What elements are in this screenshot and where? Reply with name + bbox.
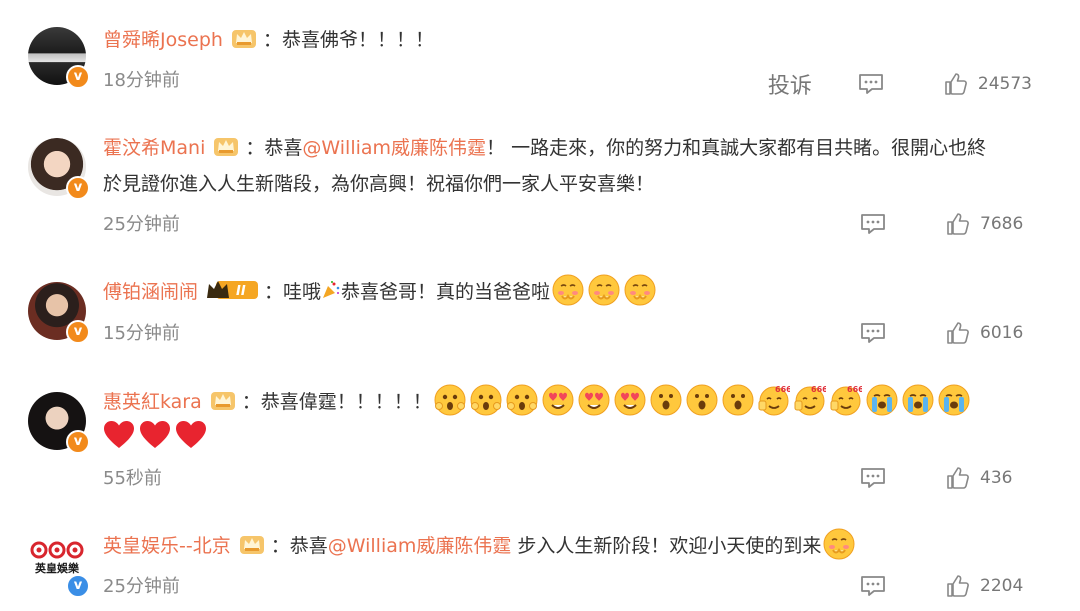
comment-actions: 7686	[860, 212, 1032, 236]
comment-text: 恭喜	[264, 137, 303, 159]
crown-badge-icon	[239, 533, 265, 555]
red-heart-icon	[175, 420, 207, 450]
crown-badge-icon	[231, 27, 257, 49]
666-face-icon	[794, 384, 826, 416]
separator: ：	[241, 391, 261, 413]
timestamp: 25分钟前	[103, 214, 180, 235]
comment-content: 傅铂涵闹闹 II ：哇哦 恭喜爸哥！真的当爸爸啦	[103, 274, 658, 310]
crying-face-icon	[938, 384, 970, 416]
666-face-icon	[758, 384, 790, 416]
crying-face-icon	[866, 384, 898, 416]
crown-badge-icon	[210, 389, 236, 411]
comment-text: 哇哦	[283, 281, 322, 303]
shy-face-icon	[552, 274, 584, 306]
shy-face-icon	[588, 274, 620, 306]
mention-link[interactable]: @William威廉陈伟霆	[302, 137, 486, 159]
scream-face-icon	[506, 384, 538, 416]
separator: ：	[262, 29, 282, 51]
party-popper-icon	[321, 280, 341, 300]
separator: ：	[264, 281, 284, 303]
like-count: 6016	[980, 323, 1024, 343]
avatar[interactable]: 英皇娛樂 v	[28, 538, 90, 598]
comment-actions: 436	[860, 466, 1032, 490]
verified-badge-icon: v	[66, 176, 90, 200]
comment-text: 於見證你進入人生新階段，為你高興！祝福你們一家人平安喜樂！	[103, 173, 655, 195]
comment-actions: 6016	[860, 321, 1032, 345]
mention-link[interactable]: @William威廉陈伟霆	[328, 535, 512, 557]
comment-text-line2: 於見證你進入人生新階段，為你高興！祝福你們一家人平安喜樂！	[103, 166, 654, 202]
scream-face-icon	[434, 384, 466, 416]
like-count: 24573	[977, 74, 1032, 94]
comment-text: 恭喜爸哥！真的当爸爸啦	[341, 281, 551, 303]
heart-eyes-icon	[578, 384, 610, 416]
comment-content: 霍汶希Mani ：恭喜@William威廉陈伟霆！ 一路走來，你的努力和真誠大家都…	[103, 130, 986, 166]
comment-actions: 投诉 24573	[768, 68, 1032, 100]
separator: ：	[270, 535, 290, 557]
like-count: 436	[980, 468, 1013, 488]
comment-text: 恭喜偉霆！！！！！	[260, 391, 432, 413]
shy-face-icon	[624, 274, 656, 306]
red-heart-icon	[103, 420, 135, 450]
scream-face-icon	[470, 384, 502, 416]
comment-icon[interactable]	[860, 322, 886, 344]
comment-text: 恭喜	[289, 535, 328, 557]
emperor-logo-icon: 英皇娛樂	[30, 541, 84, 575]
666-face-icon	[830, 384, 862, 416]
like-count: 2204	[980, 576, 1024, 596]
level-badge-text: II	[236, 284, 246, 299]
comment-content: 惠英紅kara ：恭喜偉霆！！！！！	[103, 384, 972, 420]
comment-icon[interactable]	[860, 213, 886, 235]
crying-face-icon	[902, 384, 934, 416]
heart-eyes-icon	[614, 384, 646, 416]
username-link[interactable]: 霍汶希Mani	[103, 137, 205, 159]
comment-icon[interactable]	[858, 73, 884, 95]
comment-text: 恭喜佛爷！！！！	[281, 29, 434, 51]
thumbs-up-icon[interactable]	[946, 466, 970, 490]
heart-eyes-icon	[542, 384, 574, 416]
comment-actions: 2204	[860, 574, 1032, 598]
wow-face-icon	[722, 384, 754, 416]
avatar[interactable]: v	[28, 282, 90, 344]
level-badge-icon: II	[207, 281, 259, 299]
username-link[interactable]: 惠英紅kara	[103, 391, 202, 413]
comment-content: 曾舜晞Joseph ：恭喜佛爷！！！！	[103, 22, 434, 58]
thumbs-up-icon[interactable]	[944, 72, 968, 96]
avatar[interactable]: v	[28, 138, 90, 200]
avatar[interactable]: v	[28, 392, 90, 454]
verified-badge-icon: v	[66, 430, 90, 454]
verified-badge-icon: v	[66, 320, 90, 344]
comment-icon[interactable]	[860, 467, 886, 489]
avatar[interactable]: v	[28, 27, 90, 89]
wow-face-icon	[686, 384, 718, 416]
verified-badge-icon: v	[66, 574, 90, 598]
timestamp: 25分钟前	[103, 576, 180, 597]
wow-face-icon	[650, 384, 682, 416]
like-count: 7686	[980, 214, 1024, 234]
timestamp: 18分钟前	[103, 70, 180, 91]
thumbs-up-icon[interactable]	[946, 212, 970, 236]
heart-row	[103, 420, 211, 462]
separator: ：	[245, 137, 265, 159]
crown-badge-icon	[213, 135, 239, 157]
username-link[interactable]: 英皇娱乐--北京	[103, 535, 231, 557]
red-heart-icon	[139, 420, 171, 450]
timestamp: 55秒前	[103, 468, 162, 489]
username-link[interactable]: 傅铂涵闹闹	[103, 281, 198, 303]
comment-text: ！ 一路走來，你的努力和真誠大家都有目共睹。很開心也終	[486, 137, 987, 159]
logo-text: 英皇娛樂	[34, 561, 80, 575]
username-link[interactable]: 曾舜晞Joseph	[103, 29, 223, 51]
comment-text: 步入人生新阶段！欢迎小天使的到来	[511, 535, 822, 557]
timestamp: 15分钟前	[103, 323, 180, 344]
comment-content: 英皇娱乐--北京 ：恭喜@William威廉陈伟霆 步入人生新阶段！欢迎小天使的到…	[103, 528, 857, 564]
shy-face-icon	[823, 528, 855, 560]
comment-icon[interactable]	[860, 575, 886, 597]
report-button[interactable]: 投诉	[768, 68, 812, 100]
verified-badge-icon: v	[66, 65, 90, 89]
thumbs-up-icon[interactable]	[946, 321, 970, 345]
thumbs-up-icon[interactable]	[946, 574, 970, 598]
